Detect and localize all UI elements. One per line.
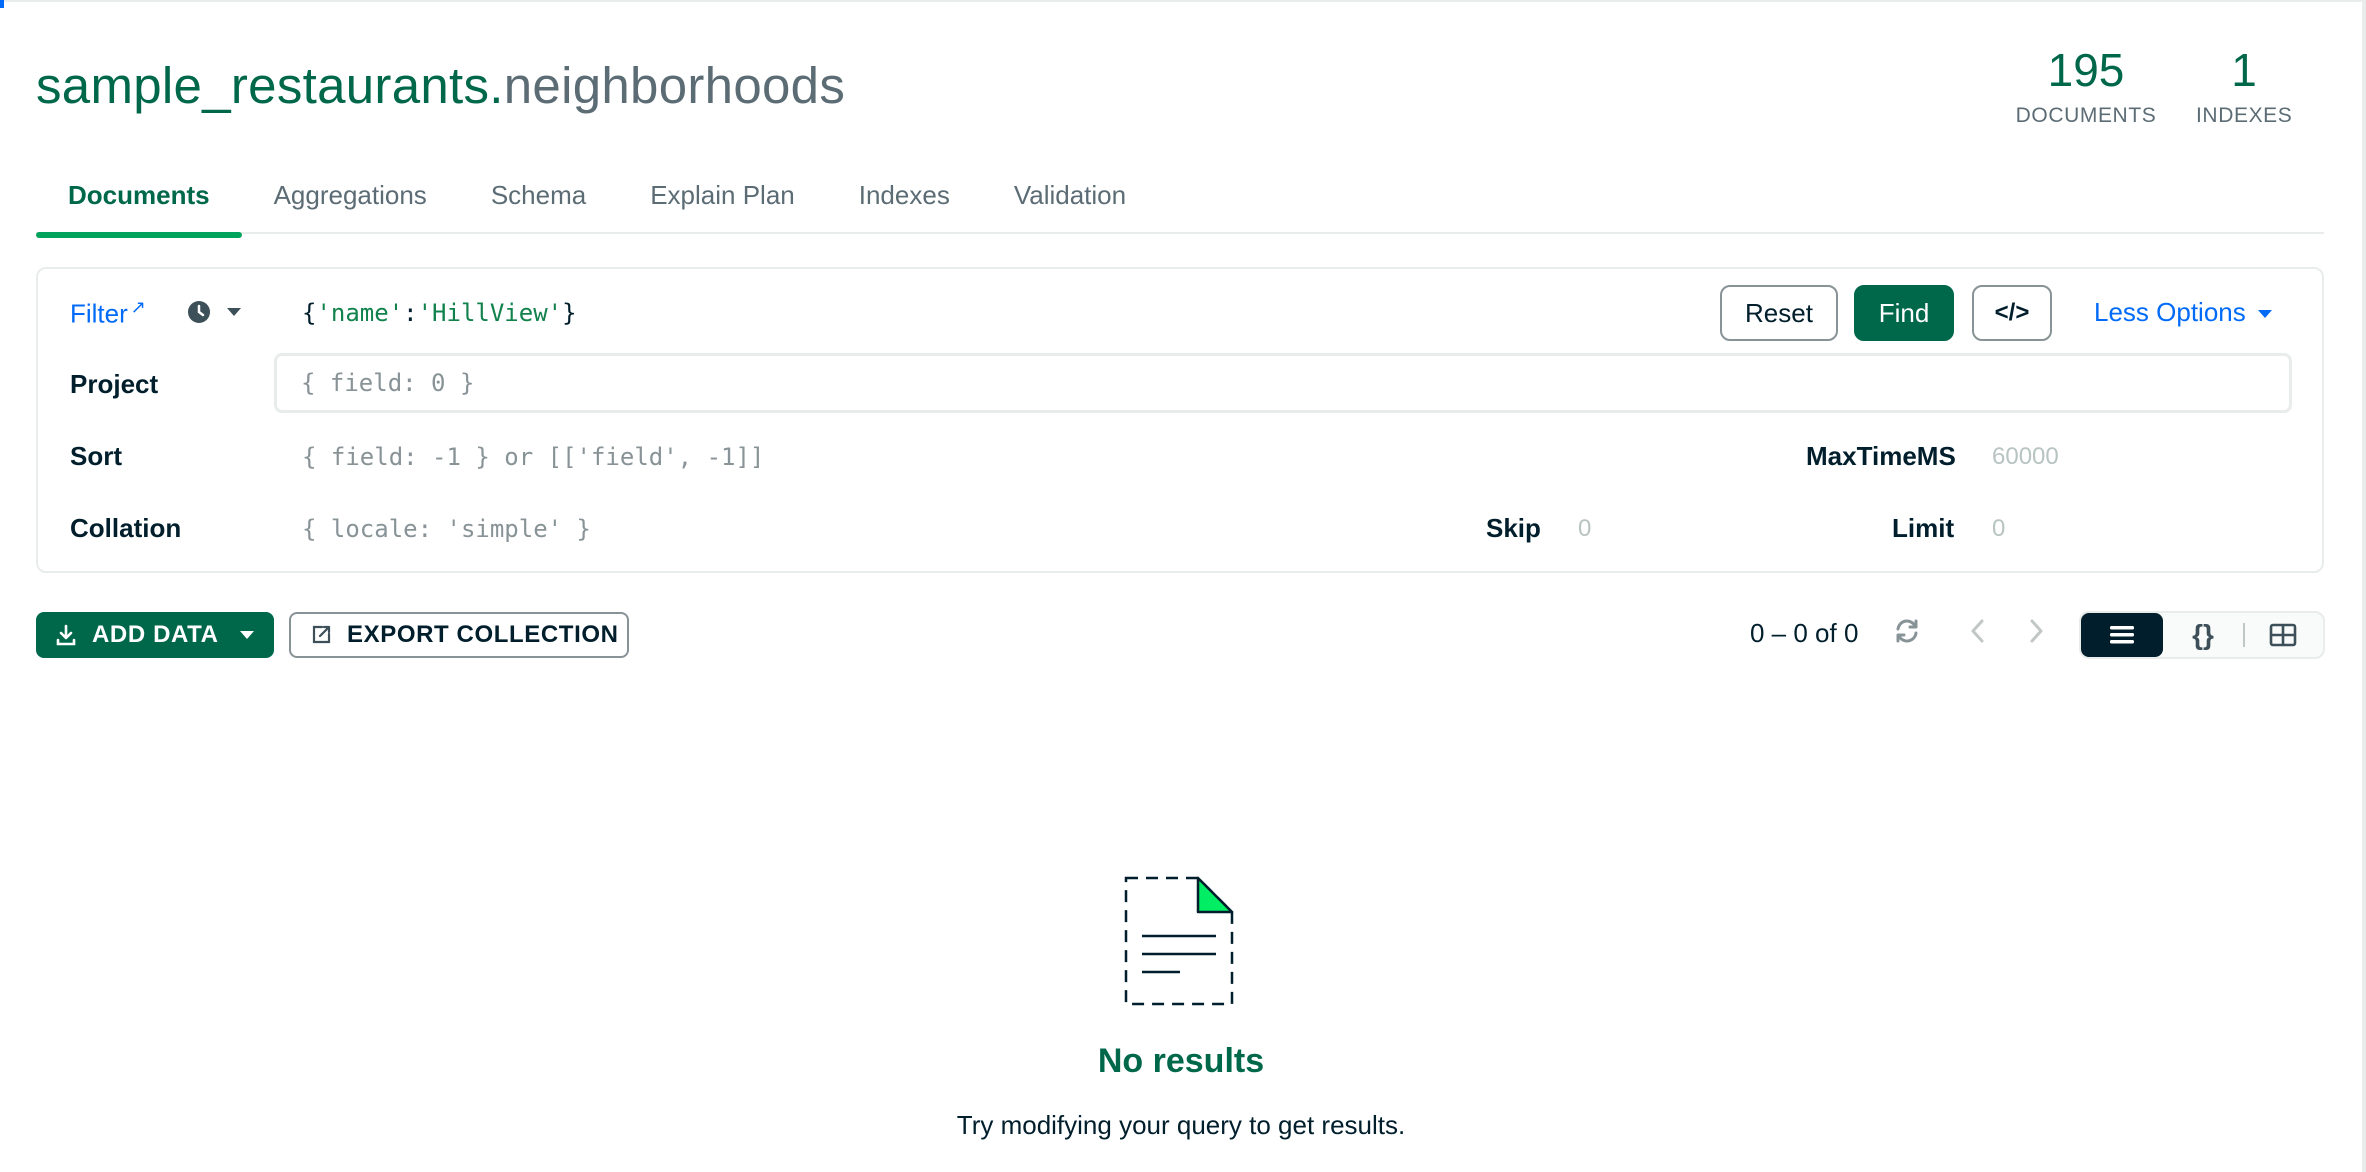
top-border	[0, 0, 2366, 2]
project-input[interactable]: { field: 0 }	[274, 353, 2292, 413]
filter-value: 'HillView'	[417, 299, 563, 327]
external-link-icon: ↗	[130, 297, 146, 317]
view-switcher: {}	[2079, 611, 2325, 659]
less-options-toggle[interactable]: Less Options	[2094, 297, 2273, 328]
empty-state-subtitle: Try modifying your query to get results.	[956, 1110, 1406, 1140]
empty-document-illustration	[1124, 876, 1234, 1006]
curly-braces-icon: {}	[2192, 619, 2214, 650]
tab-schema[interactable]: Schema	[459, 168, 618, 234]
previous-page-button[interactable]	[1966, 616, 1990, 654]
project-placeholder: { field: 0 }	[301, 369, 475, 397]
indexes-stat: 1 INDEXES	[2196, 40, 2292, 128]
tab-validation[interactable]: Validation	[982, 168, 1158, 234]
refresh-icon	[1896, 619, 1918, 643]
chevron-right-icon	[2030, 619, 2043, 643]
skip-input[interactable]: 0	[1578, 515, 1591, 543]
indexes-label: INDEXES	[2196, 104, 2293, 127]
find-button[interactable]: Find	[1854, 285, 1954, 341]
list-icon	[2110, 626, 2134, 644]
collection-tabs: Documents Aggregations Schema Explain Pl…	[36, 168, 2324, 238]
skip-label: Skip	[1486, 513, 1541, 543]
add-data-button[interactable]: ADD DATA	[36, 612, 274, 658]
query-bar: Filter ↗ {'name':'HillView'} Reset Find <…	[36, 267, 2324, 573]
caret-down-icon	[2257, 310, 2272, 319]
refresh-button[interactable]	[1892, 616, 1922, 654]
sort-label: Sort	[70, 441, 122, 471]
tab-explain-plan[interactable]: Explain Plan	[618, 168, 827, 234]
filter-brace-open: {	[302, 299, 317, 327]
limit-label: Limit	[1892, 513, 1955, 543]
export-icon	[312, 625, 331, 644]
clock-icon	[188, 300, 210, 323]
json-view-button[interactable]: {}	[2163, 613, 2243, 657]
maxtimems-input[interactable]: 60000	[1992, 443, 2059, 471]
add-data-label: ADD DATA	[92, 621, 219, 648]
list-view-button[interactable]	[2081, 613, 2163, 657]
download-icon	[56, 624, 76, 646]
tab-aggregations[interactable]: Aggregations	[242, 168, 459, 234]
tab-indexes[interactable]: Indexes	[827, 168, 982, 234]
documents-count: 195	[2047, 44, 2125, 96]
filter-key: 'name'	[316, 299, 404, 327]
maxtimems-label: MaxTimeMS	[1806, 441, 1956, 471]
tab-documents[interactable]: Documents	[36, 168, 242, 238]
export-collection-label: EXPORT COLLECTION	[347, 621, 619, 648]
project-label: Project	[70, 369, 159, 399]
reset-button[interactable]: Reset	[1720, 285, 1838, 341]
collation-input[interactable]: { locale: 'simple' }	[302, 515, 591, 543]
empty-state-title: No results	[1097, 1042, 1265, 1080]
collection-title: sample_restaurants.neighborhoods	[36, 56, 845, 115]
filter-input[interactable]: {'name':'HillView'}	[302, 299, 577, 327]
database-name: sample_restaurants.	[36, 57, 504, 114]
query-history-button[interactable]	[186, 297, 243, 325]
indexes-count: 1	[2231, 44, 2257, 96]
collation-label: Collation	[70, 513, 182, 543]
export-collection-button[interactable]: EXPORT COLLECTION	[289, 612, 629, 658]
filter-colon: :	[403, 299, 418, 327]
next-page-button[interactable]	[2024, 616, 2048, 654]
collection-name: neighborhoods	[503, 57, 846, 114]
sort-input[interactable]: { field: -1 } or [['field', -1]]	[302, 443, 764, 471]
limit-input[interactable]: 0	[1992, 515, 2005, 543]
pagination-summary: 0 – 0 of 0	[1750, 618, 1859, 648]
filter-label: Filter	[70, 298, 128, 329]
documents-stat: 195 DOCUMENTS	[2012, 40, 2160, 128]
filter-brace-close: }	[562, 299, 577, 327]
top-accent	[0, 0, 4, 8]
caret-down-icon	[239, 631, 254, 639]
filter-docs-link[interactable]: Filter ↗	[70, 297, 146, 330]
documents-label: DOCUMENTS	[2015, 104, 2157, 127]
table-icon	[2269, 623, 2297, 647]
window-edge	[2362, 0, 2366, 1172]
table-view-button[interactable]	[2243, 613, 2323, 657]
less-options-label: Less Options	[2094, 297, 2246, 327]
export-to-language-button[interactable]: </>	[1972, 285, 2052, 341]
caret-down-icon	[226, 307, 241, 316]
chevron-left-icon	[1971, 619, 1984, 643]
